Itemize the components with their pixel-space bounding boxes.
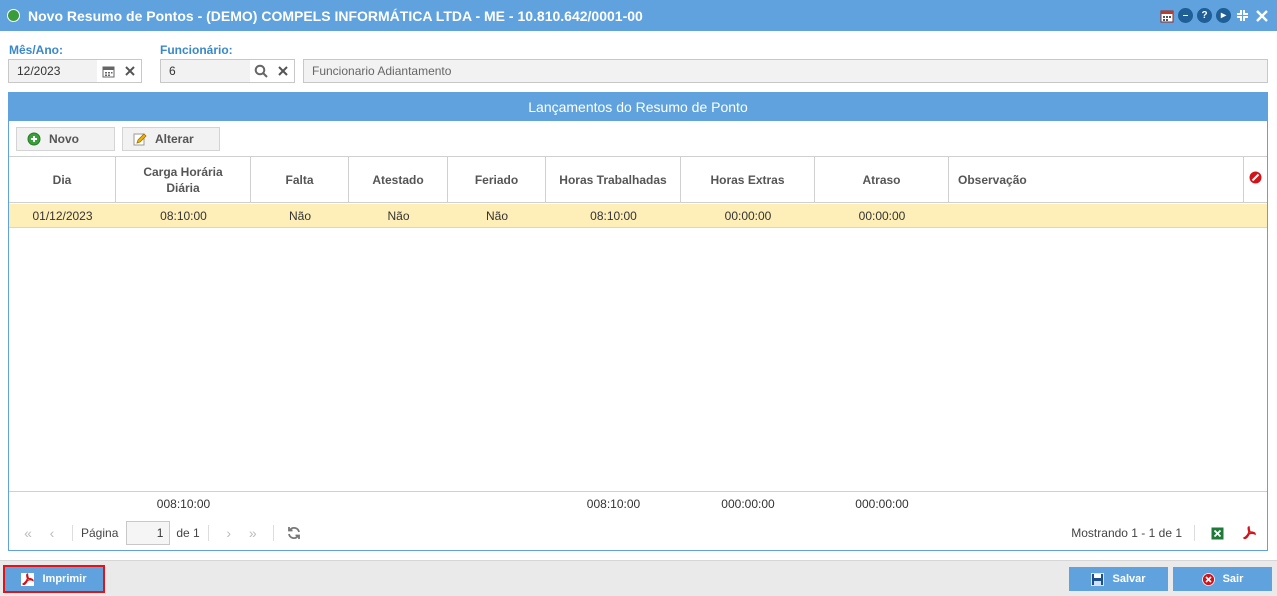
cell-falta: Não [288,208,311,223]
novo-button[interactable]: Novo [16,126,115,151]
last-page-icon[interactable]: » [241,521,265,545]
col-feriado[interactable]: Feriado [448,157,546,202]
help-icon[interactable]: ? [1197,8,1212,23]
cell-obs [949,204,1267,227]
save-icon [1091,572,1105,586]
footer-bar: Imprimir Salvar Sair [0,560,1277,596]
showing-label: Mostrando 1 - 1 de 1 [1071,526,1182,540]
col-horas-extras[interactable]: Horas Extras [681,157,815,202]
collapse-icon[interactable] [1235,8,1250,23]
sair-button[interactable]: Sair [1173,567,1272,591]
pager: « ‹ Página 1 de 1 › » Mostrando 1 - 1 de… [9,518,1267,548]
next-page-icon[interactable]: › [217,521,241,545]
pager-separator [1194,525,1195,541]
summary-dia-empty [9,492,116,516]
funcionario-nome-field: Funcionario Adiantamento [303,59,1268,83]
close-icon[interactable] [1254,8,1269,23]
funcionario-id-value[interactable]: 6 [161,64,250,78]
prev-page-icon[interactable]: ‹ [40,521,64,545]
salvar-button[interactable]: Salvar [1069,567,1168,591]
summary-row: 008:10:00 008:10:00 000:00:00 000:00:00 [9,491,1267,515]
summary-trabalhadas: 008:10:00 [586,497,641,511]
funcionario-nome-value: Funcionario Adiantamento [312,64,452,78]
minus-icon[interactable]: – [1178,8,1193,23]
refresh-icon[interactable] [282,521,306,545]
mes-ano-field[interactable]: 12/2023 [8,59,142,83]
window-title: Novo Resumo de Pontos - (DEMO) COMPELS I… [28,8,643,24]
salvar-label: Salvar [1112,573,1146,585]
col-horas-trabalhadas[interactable]: Horas Trabalhadas [546,157,681,202]
cell-atestado: Não [387,208,410,223]
pdf-icon [21,572,35,586]
funcionario-id-field[interactable]: 6 [160,59,295,83]
panel-toolbar: Novo Alterar [9,121,1267,156]
first-page-icon[interactable]: « [16,521,40,545]
exit-icon [1201,572,1215,586]
col-observacao[interactable]: Observação [949,157,1244,202]
clear-date-icon[interactable] [119,60,141,82]
summary-carga: 008:10:00 [156,497,211,511]
play-icon[interactable]: ▸ [1216,8,1231,23]
col-falta[interactable]: Falta [251,157,349,202]
pager-separator [207,525,209,541]
cell-dia: 01/12/2023 [32,208,93,223]
novo-label: Novo [49,131,79,146]
excel-export-icon[interactable] [1205,521,1229,545]
funcionario-label: Funcionário: [160,43,233,57]
window-tools: – ? ▸ [1159,8,1269,23]
col-dia[interactable]: Dia [9,157,116,202]
pdf-export-icon[interactable] [1237,521,1261,545]
summary-gap [251,492,546,516]
cell-carga: 08:10:00 [160,208,207,223]
calendar-picker-icon[interactable] [97,60,119,82]
page-label: Página [81,526,119,540]
table-row[interactable]: 01/12/2023 08:10:00 Não Não Não 08:10:00… [9,204,1267,228]
cell-feriado: Não [485,208,508,223]
col-carga-horaria[interactable]: Carga Horária Diária [116,157,251,202]
sair-label: Sair [1222,573,1244,585]
summary-atraso: 000:00:00 [855,497,909,511]
mes-ano-label: Mês/Ano: [9,43,63,57]
calendar-icon[interactable] [1159,8,1174,23]
alterar-button[interactable]: Alterar [122,126,220,151]
app-icon [7,9,20,22]
imprimir-button[interactable]: Imprimir [3,565,105,593]
cell-atraso: 00:00:00 [858,208,906,223]
add-icon [27,132,41,146]
no-edit-icon[interactable] [1249,171,1262,188]
panel-title: Lançamentos do Resumo de Ponto [9,93,1267,121]
alterar-label: Alterar [155,131,194,146]
window-titlebar: Novo Resumo de Pontos - (DEMO) COMPELS I… [0,0,1277,31]
cell-extras: 00:00:00 [724,208,772,223]
cell-trabalhadas: 08:10:00 [590,208,637,223]
pager-separator [272,525,274,541]
grid-header: Dia Carga Horária Diária Falta Atestado … [9,156,1267,203]
lancamentos-panel: Lançamentos do Resumo de Ponto Novo Alte… [8,92,1268,551]
page-of-label: de 1 [176,526,200,540]
summary-extras: 000:00:00 [721,497,775,511]
col-action [1244,157,1267,202]
edit-icon [133,132,147,146]
clear-funcionario-icon[interactable] [272,60,294,82]
mes-ano-value[interactable]: 12/2023 [9,64,97,78]
page-input[interactable]: 1 [126,521,171,545]
pager-separator [72,525,73,541]
col-atestado[interactable]: Atestado [349,157,448,202]
col-atraso[interactable]: Atraso [815,157,949,202]
search-icon[interactable] [250,60,272,82]
imprimir-label: Imprimir [42,573,87,585]
col-carga-horaria-label: Carga Horária Diária [143,164,223,195]
